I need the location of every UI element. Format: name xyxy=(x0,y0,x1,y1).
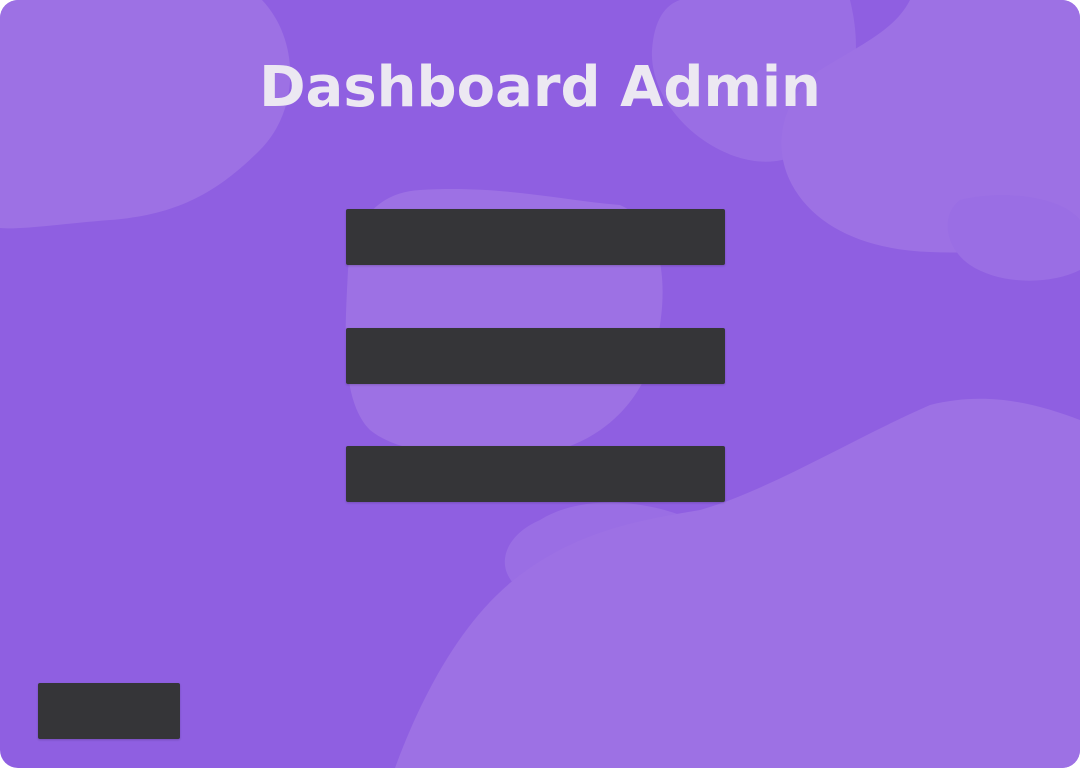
menu-button-1[interactable] xyxy=(346,209,725,265)
menu-button-2[interactable] xyxy=(346,328,725,384)
page-title: Dashboard Admin xyxy=(259,55,821,120)
background-blob-right-edge xyxy=(947,195,1080,281)
admin-screen: Dashboard Admin xyxy=(0,0,1080,768)
menu-button-3[interactable] xyxy=(346,446,725,502)
corner-button[interactable] xyxy=(38,683,180,739)
